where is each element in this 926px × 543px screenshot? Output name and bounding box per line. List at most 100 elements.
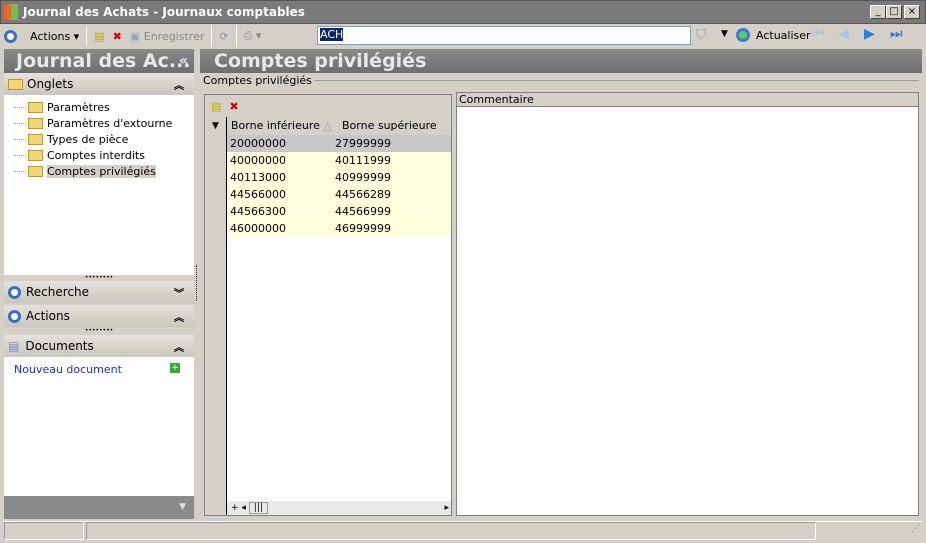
sync-icon[interactable]: ⟳ <box>215 25 232 47</box>
table-row[interactable]: 20000000 27999999 <box>227 135 451 152</box>
horizontal-scrollbar[interactable]: + ◂ ||| ▸ <box>227 501 451 515</box>
cell-lower[interactable]: 40000000 <box>227 152 332 169</box>
cell-upper[interactable]: 44566999 <box>332 203 437 220</box>
left-panel: Journal des Ac... « Onglets ︽ Paramètres Pa… <box>4 49 194 519</box>
maximize-button[interactable]: □ <box>886 5 902 19</box>
comment-label: Commentaire <box>459 93 534 106</box>
chevron-down-icon: ︾ <box>174 288 184 300</box>
save-button[interactable]: ▣ Enregistrer <box>126 25 209 47</box>
tree-item-label: Comptes privilégiés <box>47 164 156 178</box>
comment-panel[interactable]: Commentaire <box>456 92 919 516</box>
cell-lower[interactable]: 44566300 <box>227 203 332 220</box>
section-label: Onglets <box>27 77 74 91</box>
panel-splitter[interactable] <box>196 265 199 301</box>
left-header-title: Journal des Ac... <box>16 50 191 72</box>
comment-header: Commentaire <box>457 93 918 107</box>
folder-icon <box>28 165 43 177</box>
main-header-title: Comptes privilégiés <box>214 50 427 72</box>
chevron-up-icon: ︽ <box>174 342 184 354</box>
delete-row-icon[interactable]: ✖ <box>229 100 238 113</box>
section-label: Documents <box>25 339 94 353</box>
collapse-button[interactable]: « <box>179 49 188 73</box>
section-actions[interactable]: Actions ︽ <box>4 305 194 327</box>
new-icon[interactable]: ▤ <box>90 25 108 47</box>
tree-item-label: Types de pièce <box>47 132 129 146</box>
section-onglets[interactable]: Onglets ︽ <box>4 73 194 95</box>
refresh-button[interactable]: Actualiser <box>736 28 811 42</box>
refresh-icon <box>736 28 750 42</box>
search-input[interactable]: ACH <box>317 26 691 45</box>
tree-item[interactable]: Paramètres d'extourne <box>12 115 194 131</box>
folder-icon <box>28 133 43 145</box>
window-title: Journal des Achats - Journaux comptables <box>23 5 305 19</box>
add-row-icon[interactable]: ▤ <box>211 100 221 113</box>
tree-item-label: Paramètres d'extourne <box>47 116 173 130</box>
first-icon[interactable]: ⏮ <box>812 26 825 42</box>
last-icon[interactable]: ⏭ <box>890 26 903 42</box>
resize-grip[interactable]: ⋰ <box>911 524 920 534</box>
table-row[interactable]: 40000000 40111999 <box>227 152 451 169</box>
folder-icon <box>28 149 43 161</box>
splitter[interactable]: •••••••• <box>4 327 194 335</box>
add-icon[interactable]: + <box>170 363 180 373</box>
next-icon[interactable]: ▶ <box>864 26 875 42</box>
cell-upper[interactable]: 27999999 <box>332 135 437 152</box>
app-icon <box>4 4 18 20</box>
cell-upper[interactable]: 40999999 <box>332 169 437 186</box>
accounts-grid: ▤ ✖ ▼ Borne inférieure △ Borne supérieure… <box>204 94 452 516</box>
title-bar: Journal des Achats - Journaux comptables <box>0 0 926 24</box>
print-icon[interactable]: ⎙ ▾ <box>240 25 266 47</box>
tree-item[interactable]: Comptes privilégiés <box>12 163 194 179</box>
tree-item[interactable]: Types de pièce <box>12 131 194 147</box>
row-selector-column[interactable]: ▼ <box>205 117 227 515</box>
folder-icon <box>28 117 43 129</box>
new-document-label: Nouveau document <box>14 363 122 376</box>
tree-item-label: Paramètres <box>47 100 110 114</box>
tabs-tree: Paramètres Paramètres d'extourne Types de … <box>4 95 194 275</box>
column-header-upper[interactable]: Borne supérieure <box>332 117 437 135</box>
group-label: Comptes privilégiés <box>203 74 312 87</box>
tree-item[interactable]: Comptes interdits <box>12 147 194 163</box>
cell-upper[interactable]: 46999999 <box>332 220 437 237</box>
section-recherche[interactable]: Recherche ︾ <box>4 281 194 303</box>
tree-item[interactable]: Paramètres <box>12 99 194 115</box>
grid-header: Borne inférieure △ Borne supérieure <box>227 117 451 135</box>
table-row[interactable]: 44566300 44566999 <box>227 203 451 220</box>
cell-lower[interactable]: 46000000 <box>227 220 332 237</box>
cell-lower[interactable]: 44566000 <box>227 186 332 203</box>
column-label: Borne supérieure <box>342 119 437 132</box>
table-row[interactable]: 44566000 44566289 <box>227 186 451 203</box>
table-row[interactable]: 40113000 40999999 <box>227 169 451 186</box>
refresh-label: Actualiser <box>756 28 811 42</box>
cell-lower[interactable]: 40113000 <box>227 169 332 186</box>
section-label: Recherche <box>26 285 90 299</box>
main-header: Comptes privilégiés <box>200 49 922 73</box>
column-header-lower[interactable]: Borne inférieure △ <box>227 117 332 135</box>
previous-icon[interactable]: ◀ <box>838 26 849 42</box>
grid-body: 20000000 27999999 40000000 40111999 40113000… <box>227 135 451 237</box>
left-footer[interactable]: ▼ <box>4 496 194 519</box>
save-label: Enregistrer <box>143 29 205 43</box>
filter-dropdown[interactable]: ▼ <box>721 29 728 39</box>
status-bar: ⋰ <box>4 521 922 540</box>
folder-icon <box>8 78 23 90</box>
table-row[interactable]: 46000000 46999999 <box>227 220 451 237</box>
cell-lower[interactable]: 20000000 <box>227 135 332 152</box>
new-document-link[interactable]: Nouveau document + <box>4 357 194 382</box>
search-value: ACH <box>320 28 344 41</box>
cell-upper[interactable]: 44566289 <box>332 186 437 203</box>
section-documents[interactable]: ▤ Documents ︽ <box>4 335 194 357</box>
nav-icon[interactable] <box>0 25 26 47</box>
chevron-up-icon: ︽ <box>174 312 184 324</box>
chevron-up-icon: ︽ <box>174 80 184 92</box>
filter-icon[interactable]: ⛉ <box>696 27 707 43</box>
close-button[interactable]: × <box>904 5 920 19</box>
group-box-label: Comptes privilégiés <box>200 73 922 88</box>
minimize-button[interactable]: _ <box>870 5 886 19</box>
delete-icon[interactable]: ✖ <box>109 25 126 47</box>
document-icon: ▤ <box>8 339 20 353</box>
column-label: Borne inférieure <box>231 119 320 132</box>
cell-upper[interactable]: 40111999 <box>332 152 437 169</box>
actions-label: Actions <box>30 29 71 43</box>
actions-menu[interactable]: Actions ▾ <box>26 25 83 47</box>
